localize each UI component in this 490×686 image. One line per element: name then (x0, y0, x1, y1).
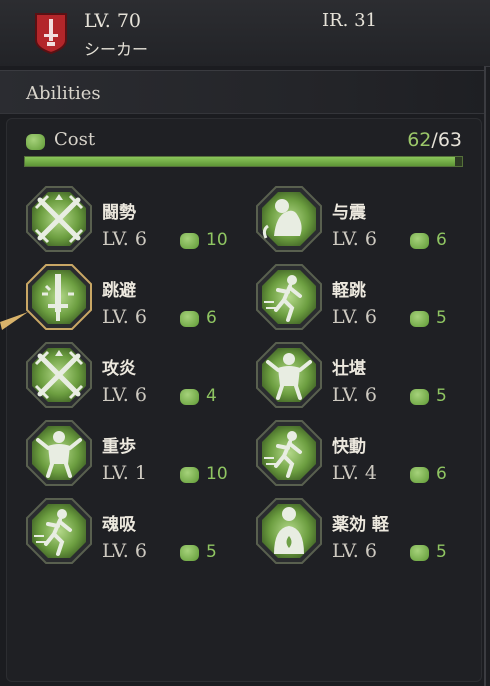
cost-gem-icon (410, 545, 429, 561)
ability-name: 攻炎 (102, 359, 136, 379)
ability-cost: 6 (206, 308, 217, 328)
selection-pointer-icon (0, 312, 28, 330)
cost-gem-icon (410, 467, 429, 483)
ability-cost: 5 (206, 542, 217, 562)
cost-max: 63 (437, 129, 462, 151)
ability-name: 闘勢 (102, 203, 136, 223)
ability-cost: 4 (206, 386, 217, 406)
ability-level: LV. 6 (102, 228, 147, 250)
ability-item[interactable]: 快動 LV. 4 6 (256, 420, 478, 492)
running-figure-icon (256, 264, 322, 330)
character-class: シーカー (84, 40, 149, 59)
class-emblem-icon (35, 13, 67, 54)
cost-gem-icon (180, 311, 199, 327)
ability-level: LV. 6 (332, 306, 377, 328)
ability-name: 快動 (332, 437, 366, 457)
crossed-swords-icon (26, 342, 92, 408)
dodge-sword-icon (26, 264, 92, 330)
flexed-arm-icon (256, 186, 322, 252)
ability-level: LV. 6 (102, 384, 147, 406)
item-rank: IR. 31 (322, 10, 378, 31)
cost-gem-icon (180, 233, 199, 249)
character-level: LV. 70 (84, 10, 142, 32)
ability-item[interactable]: 攻炎 LV. 6 4 (26, 342, 248, 414)
character-header: LV. 70 シーカー IR. 31 (0, 0, 490, 67)
ability-name: 重歩 (102, 437, 136, 457)
ability-level: LV. 4 (332, 462, 377, 484)
panel-header: Abilities (0, 70, 484, 114)
ability-name: 与震 (332, 203, 366, 223)
ability-item[interactable]: 壮堪 LV. 6 5 (256, 342, 478, 414)
cost-value: 62/63 (407, 129, 462, 151)
ability-item[interactable]: 魂吸 LV. 6 5 (26, 498, 248, 570)
ability-cost: 10 (206, 230, 228, 250)
strongman-icon (26, 420, 92, 486)
ability-cost: 6 (436, 464, 447, 484)
cost-gem-icon (410, 389, 429, 405)
running-figure-icon (26, 498, 92, 564)
cost-gem-icon (180, 467, 199, 483)
ability-item[interactable]: 薬効 軽 LV. 6 5 (256, 498, 478, 570)
ability-level: LV. 6 (332, 384, 377, 406)
cost-gem-icon (410, 233, 429, 249)
ability-name: 跳避 (102, 281, 136, 301)
ability-name: 薬効 軽 (332, 515, 389, 535)
ability-cost: 10 (206, 464, 228, 484)
ability-cost: 5 (436, 542, 447, 562)
ability-name: 壮堪 (332, 359, 366, 379)
cost-progress-bar (24, 156, 463, 167)
ability-item[interactable]: 軽跳 LV. 6 5 (256, 264, 478, 336)
ability-name: 魂吸 (102, 515, 136, 535)
cost-label: Cost (54, 129, 96, 150)
ability-cost: 6 (436, 230, 447, 250)
ability-level: LV. 6 (332, 540, 377, 562)
ability-level: LV. 6 (332, 228, 377, 250)
ability-item[interactable]: 闘勢 LV. 6 10 (26, 186, 248, 258)
potion-body-icon (256, 498, 322, 564)
ability-cost: 5 (436, 386, 447, 406)
ability-name: 軽跳 (332, 281, 366, 301)
crossed-swords-icon (26, 186, 92, 252)
cost-progress-fill (25, 157, 455, 166)
ability-item[interactable]: 重歩 LV. 1 10 (26, 420, 248, 492)
cost-gem-icon (410, 311, 429, 327)
cost-used: 62 (407, 129, 432, 151)
cost-gem-icon (180, 389, 199, 405)
ability-item[interactable]: 跳避 LV. 6 6 (26, 264, 248, 336)
panel-title: Abilities (26, 83, 101, 104)
ability-level: LV. 6 (102, 540, 147, 562)
ability-cost: 5 (436, 308, 447, 328)
ability-item[interactable]: 与震 LV. 6 6 (256, 186, 478, 258)
running-figure-icon (256, 420, 322, 486)
ability-level: LV. 6 (102, 306, 147, 328)
ability-level: LV. 1 (102, 462, 147, 484)
cost-gem-icon (26, 134, 45, 150)
cost-gem-icon (180, 545, 199, 561)
strongman-icon (256, 342, 322, 408)
